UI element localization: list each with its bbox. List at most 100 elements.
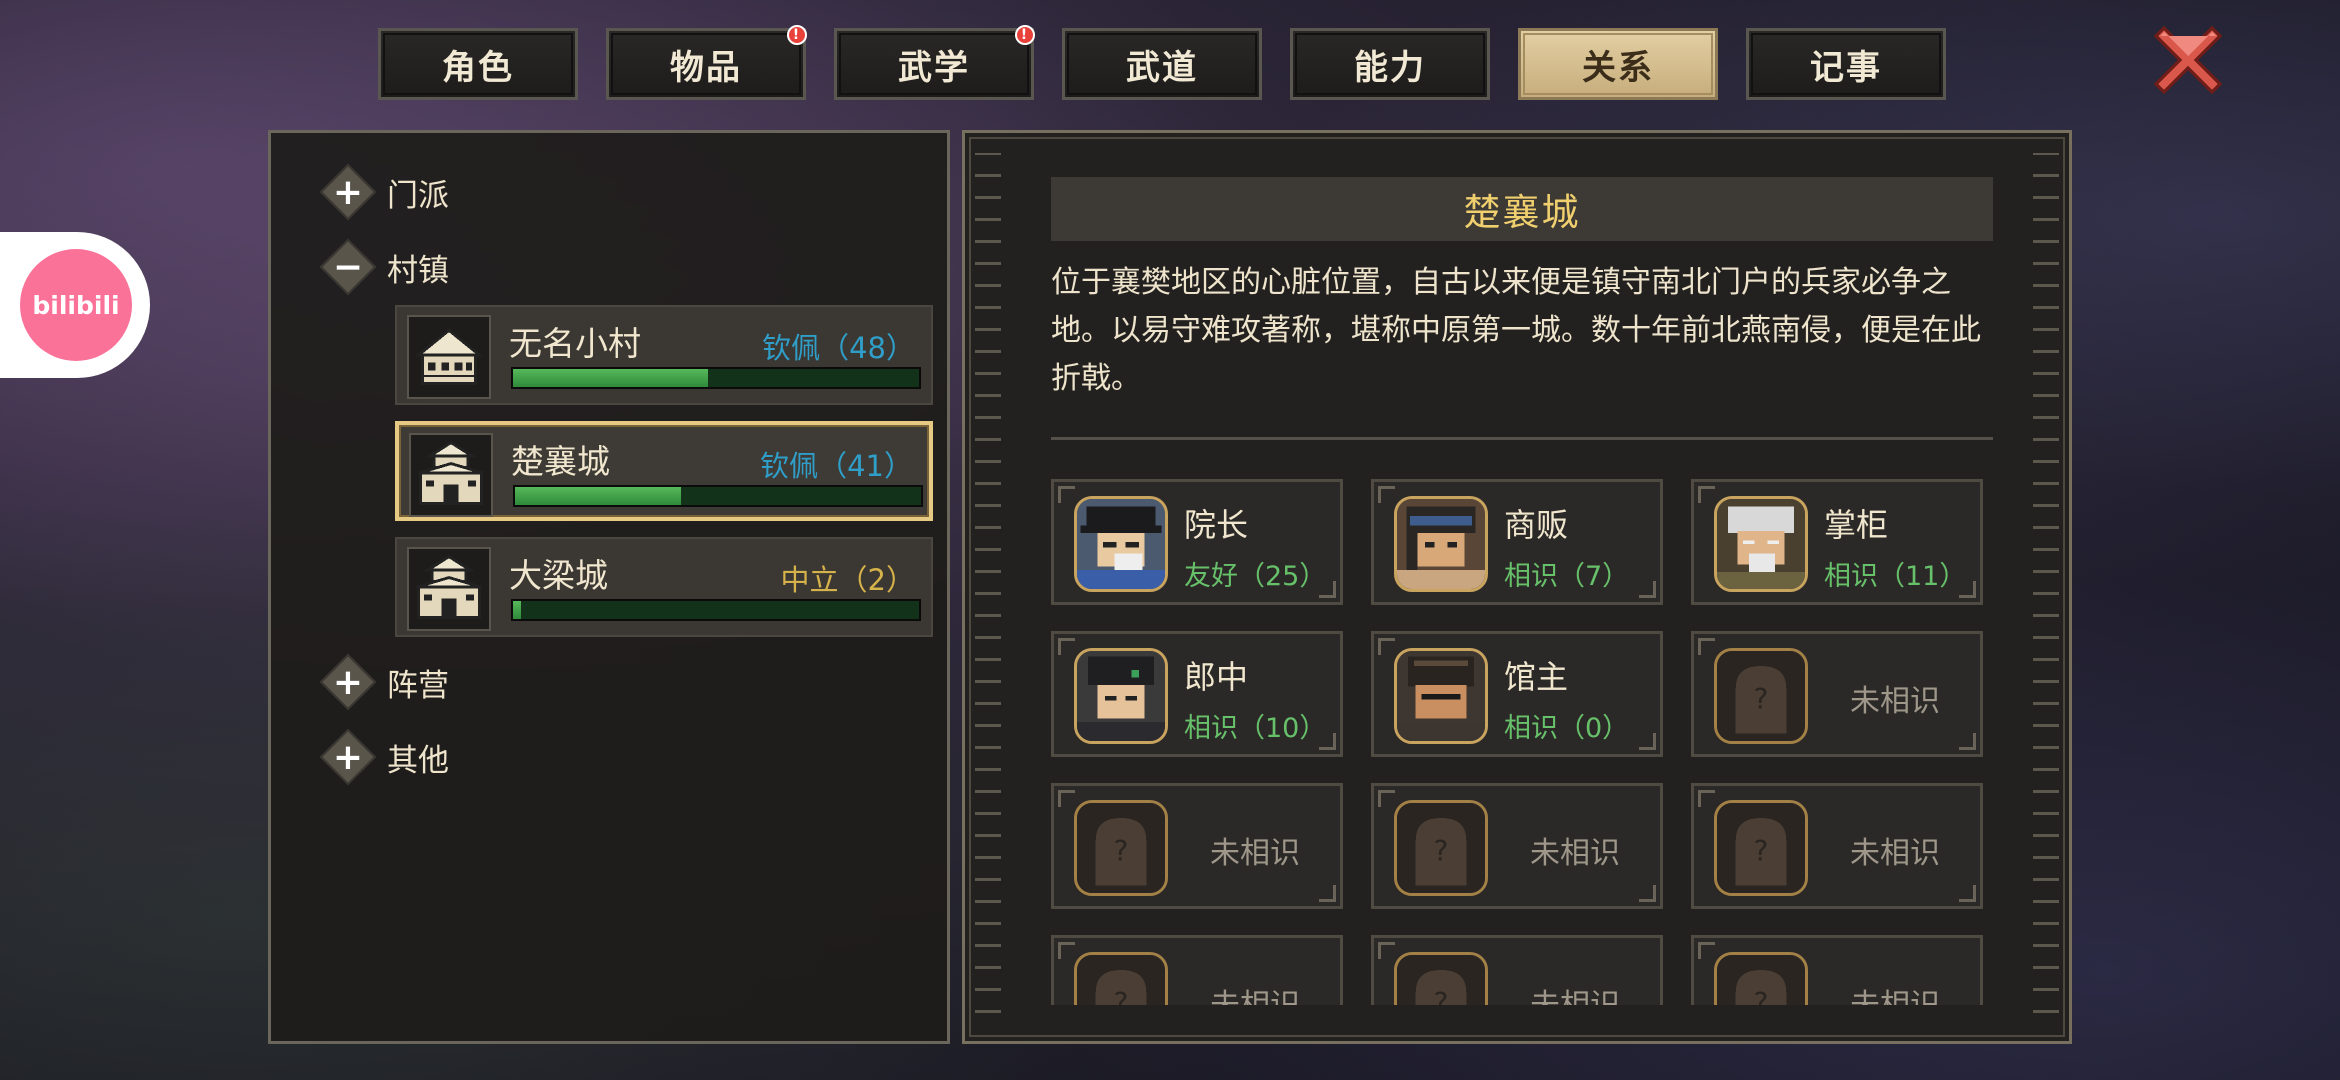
reputation-bar (513, 485, 923, 507)
tab-character[interactable]: 角色 (378, 28, 578, 100)
npc-unknown-label: 未相识 (1850, 836, 1940, 871)
town-status: 中立（2） (780, 563, 915, 597)
city-gate-icon (407, 547, 491, 631)
npc-unknown-label: 未相识 (1850, 980, 1940, 1005)
tab-label: 记事 (1810, 47, 1882, 88)
npc-card-unknown[interactable]: ? 未相识 (1051, 935, 1343, 1005)
town-name: 楚襄城 (511, 442, 610, 481)
npc-card[interactable]: 馆主相识（0） (1371, 631, 1663, 757)
tab-bar: 角色 物品! 武学! 武道 能力 关系 记事 (378, 25, 1946, 100)
npc-name: 商贩 (1504, 506, 1569, 544)
tab-items[interactable]: 物品! (606, 25, 807, 100)
npc-card[interactable]: 郎中相识（10） (1051, 631, 1343, 757)
hall-master-portrait-icon (1394, 648, 1488, 744)
town-status: 钦佩（41） (760, 449, 913, 483)
town-status: 钦佩（48） (762, 331, 915, 365)
unknown-person-icon: ? (1394, 952, 1488, 1005)
shopkeeper-portrait-icon (1714, 496, 1808, 592)
npc-card-unknown[interactable]: ? 未相识 (1691, 935, 1983, 1005)
bilibili-logo: bilibili (20, 249, 132, 361)
npc-relation: 相识（7） (1504, 561, 1630, 592)
npc-relation: 友好（25） (1184, 561, 1327, 592)
npc-relation: 相识（0） (1504, 713, 1630, 744)
svg-text:?: ? (1434, 987, 1449, 1005)
unknown-person-icon: ? (1074, 952, 1168, 1005)
close-icon[interactable] (2150, 22, 2226, 98)
tree-item-label: 门派 (387, 177, 449, 214)
doctor-portrait-icon (1074, 648, 1168, 744)
npc-card-unknown[interactable]: ? 未相识 (1371, 935, 1663, 1005)
bilibili-watermark: bilibili (0, 232, 150, 378)
town-name: 无名小村 (509, 324, 641, 363)
tab-label: 武道 (1126, 47, 1198, 88)
tree-item-label: 阵营 (387, 667, 449, 704)
npc-card-unknown[interactable]: ? 未相识 (1051, 783, 1343, 909)
tab-label: 能力 (1354, 47, 1426, 88)
reputation-bar (511, 367, 921, 389)
unknown-person-icon: ? (1074, 800, 1168, 896)
town-card-daliang[interactable]: 大梁城 中立（2） (395, 537, 933, 637)
location-description: 位于襄樊地区的心脏位置，自古以来便是镇守南北门户的兵家必争之地。以易守难攻著称，… (1051, 265, 1981, 396)
npc-name: 掌柜 (1824, 506, 1889, 544)
tab-label: 关系 (1582, 47, 1654, 88)
tab-label: 角色 (442, 47, 514, 88)
tab-relations[interactable]: 关系 (1518, 28, 1718, 100)
expand-icon: + (319, 728, 377, 786)
unknown-person-icon: ? (1714, 800, 1808, 896)
town-name: 大梁城 (509, 556, 608, 595)
npc-card[interactable]: 掌柜相识（11） (1691, 479, 1983, 605)
town-card-chuxiang[interactable]: 楚襄城 钦佩（41） (395, 421, 933, 521)
unknown-person-icon: ? (1714, 648, 1808, 744)
svg-text:?: ? (1114, 987, 1129, 1005)
svg-text:?: ? (1754, 835, 1769, 868)
bilibili-logo-text: bilibili (32, 290, 120, 320)
npc-relation: 相识（10） (1184, 713, 1327, 744)
npc-card-unknown[interactable]: ? 未相识 (1371, 783, 1663, 909)
tab-label: 武学 (898, 47, 970, 88)
npc-relation: 相识（11） (1824, 561, 1967, 592)
npc-unknown-label: 未相识 (1210, 836, 1300, 871)
npc-card-unknown[interactable]: ? 未相识 (1691, 783, 1983, 909)
npc-card-unknown[interactable]: ? 未相识 (1691, 631, 1983, 757)
svg-text:?: ? (1754, 683, 1769, 716)
location-title-text: 楚襄城 (1463, 191, 1581, 234)
reputation-bar-fill (515, 487, 682, 505)
detail-panel: 楚襄城 位于襄樊地区的心脏位置，自古以来便是镇守南北门户的兵家必争之地。以易守难… (962, 130, 2072, 1044)
alert-badge: ! (1015, 25, 1035, 45)
npc-card[interactable]: 商贩相识（7） (1371, 479, 1663, 605)
tab-wudao[interactable]: 武道 (1062, 28, 1262, 100)
reputation-bar-fill (513, 601, 522, 619)
town-card-wuming[interactable]: 无名小村 钦佩（48） (395, 305, 933, 405)
npc-unknown-label: 未相识 (1210, 980, 1300, 1005)
tree-item-zhenying[interactable]: + 阵营 (319, 653, 449, 711)
tree-item-menpai[interactable]: + 门派 (319, 163, 449, 221)
divider (1051, 437, 1993, 440)
collapse-icon: − (319, 238, 377, 296)
reputation-bar (511, 599, 921, 621)
merchant-portrait-icon (1394, 496, 1488, 592)
npc-name: 郎中 (1184, 658, 1249, 696)
npc-card[interactable]: 院长友好（25） (1051, 479, 1343, 605)
npc-unknown-label: 未相识 (1530, 980, 1620, 1005)
npc-name: 院长 (1184, 506, 1249, 544)
reputation-bar-fill (513, 369, 708, 387)
svg-text:?: ? (1114, 835, 1129, 868)
svg-text:?: ? (1434, 835, 1449, 868)
npc-unknown-label: 未相识 (1850, 684, 1940, 719)
tab-journal[interactable]: 记事 (1746, 28, 1946, 100)
svg-text:?: ? (1754, 987, 1769, 1005)
tab-abilities[interactable]: 能力 (1290, 28, 1490, 100)
house-icon (407, 315, 491, 399)
alert-badge: ! (787, 25, 807, 45)
tab-label: 物品 (670, 47, 742, 88)
tree-item-qita[interactable]: + 其他 (319, 728, 449, 786)
npc-name: 馆主 (1504, 658, 1569, 696)
unknown-person-icon: ? (1394, 800, 1488, 896)
npc-unknown-label: 未相识 (1530, 836, 1620, 871)
city-gate-icon (409, 433, 493, 517)
tab-martial-arts[interactable]: 武学! (834, 25, 1035, 100)
tree-item-cunzhen[interactable]: − 村镇 (319, 238, 449, 296)
category-tree-panel: + 门派 − 村镇 无名小村 钦佩（48） 楚襄城 钦佩（41） 大梁城 中立（… (268, 130, 950, 1044)
dean-portrait-icon (1074, 496, 1168, 592)
unknown-person-icon: ? (1714, 952, 1808, 1005)
